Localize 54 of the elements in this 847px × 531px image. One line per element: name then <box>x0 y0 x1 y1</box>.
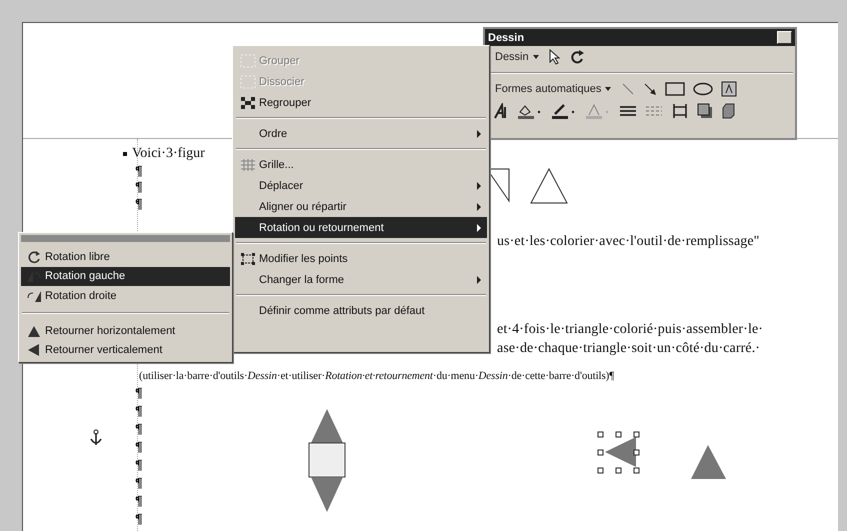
rectangle-icon[interactable] <box>665 82 686 96</box>
autoshapes-button[interactable]: Formes automatiques <box>493 81 614 97</box>
line-icon[interactable] <box>621 82 636 96</box>
anchor-icon <box>90 430 102 446</box>
menu-item[interactable]: Ordre <box>235 123 487 144</box>
ungroup-icon <box>240 74 256 88</box>
pointer-icon[interactable] <box>548 49 561 65</box>
diamond-shape[interactable] <box>308 409 346 512</box>
bullet-icon <box>123 152 127 156</box>
menu-item[interactable]: Regrouper <box>235 92 487 113</box>
oval-icon[interactable] <box>693 82 714 96</box>
regroup-icon <box>240 96 256 110</box>
menu-item[interactable]: Retourner horizontalement <box>21 320 230 340</box>
menu-item[interactable]: Définir comme attributs par défaut <box>235 300 487 321</box>
flip-vertical-icon <box>26 343 42 358</box>
selected-triangle-shape[interactable] <box>598 432 640 474</box>
body-text: et·4·fois·le·triangle·colorié·puis·assembler·le· <box>497 321 764 339</box>
body-text: us·et·les·colorier·avec·l'outil·de·remplissage" <box>497 233 760 251</box>
instruction-text: (utiliser·la·barre·d'outils·Dessin·et·utiliser·Rotation·et·retournement·du·menu·Dessin·de·cette·barre·d'outils)¶ <box>139 369 614 384</box>
menu-item[interactable]: Déplacer <box>235 175 487 196</box>
rotate-right-icon <box>26 288 42 303</box>
edit-points-icon <box>240 252 256 266</box>
dash-style-icon[interactable] <box>645 104 663 118</box>
body-text: Voici·3·figur <box>132 145 205 163</box>
triangle-outline-shape[interactable] <box>530 168 568 204</box>
triangle-shape[interactable] <box>691 445 726 479</box>
menu-item[interactable]: Rotation droite <box>21 286 230 306</box>
draw-menu-button[interactable]: Dessin <box>493 49 541 65</box>
grid-icon <box>240 158 256 172</box>
three-d-icon[interactable] <box>721 103 735 119</box>
menu-item[interactable]: Rotation libre <box>21 246 230 266</box>
menu-item[interactable]: Rotation gauche <box>21 266 230 286</box>
menu-item[interactable]: Modifier les points <box>235 248 487 269</box>
shadow-icon[interactable] <box>697 103 713 119</box>
rotate-icon <box>26 250 42 264</box>
font-color-icon[interactable] <box>585 103 611 119</box>
rotate-icon[interactable] <box>568 49 585 65</box>
group-icon <box>240 54 256 68</box>
toolbar-title: Dessin <box>488 32 524 44</box>
close-icon[interactable] <box>777 31 792 44</box>
fill-color-icon[interactable] <box>517 103 543 119</box>
menu-item[interactable]: Grille... <box>235 154 487 175</box>
arrow-icon[interactable] <box>643 82 658 96</box>
menu-item[interactable]: Aligner ou répartir <box>235 196 487 217</box>
line-style-icon[interactable] <box>619 104 637 118</box>
arrow-style-icon[interactable] <box>671 103 689 119</box>
menu-item[interactable]: Retourner verticalement <box>21 340 230 360</box>
menu-item[interactable]: Changer la forme <box>235 269 487 290</box>
line-color-icon[interactable] <box>551 103 577 119</box>
body-text: ase·de·chaque·triangle·soit·un·côté·du·carré.· <box>497 340 760 358</box>
wordart-icon[interactable] <box>493 103 509 119</box>
text-box-icon[interactable] <box>721 81 738 97</box>
menu-item[interactable]: Rotation ou retournement <box>235 217 487 238</box>
flip-horizontal-icon <box>26 324 42 338</box>
